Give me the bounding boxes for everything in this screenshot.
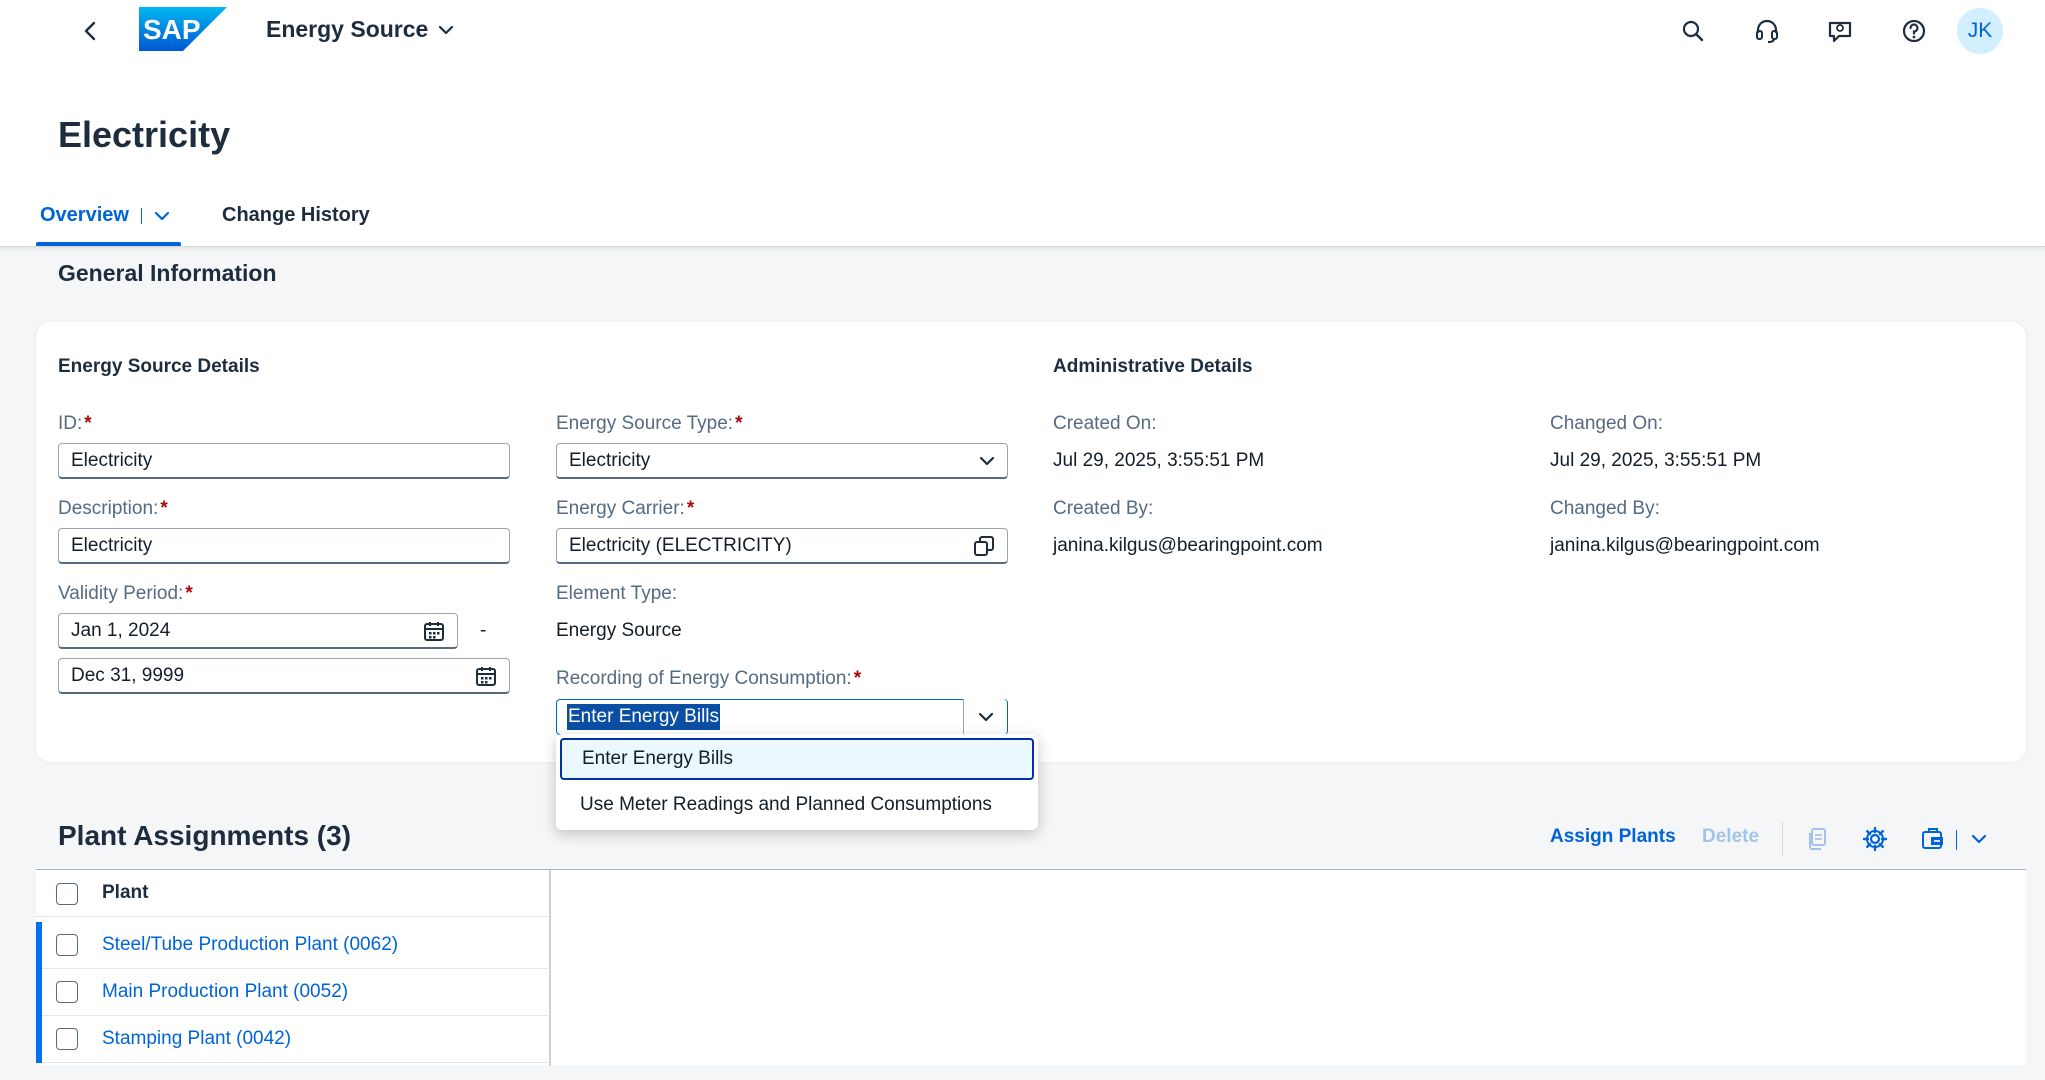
row-indicator	[36, 922, 42, 969]
toolbar-separator	[1956, 830, 1957, 850]
toolbar-separator	[1782, 822, 1783, 856]
valid-from-date-picker[interactable]: Jan 1, 2024	[58, 613, 458, 649]
table-header-row: Plant	[36, 870, 550, 917]
recording-dropdown-button[interactable]	[963, 699, 1007, 735]
plant-link[interactable]: Stamping Plant (0042)	[102, 1028, 291, 1050]
created-on-label: Created On:	[1053, 413, 1157, 434]
created-by-value: janina.kilgus@bearingpoint.com	[1053, 535, 1323, 556]
row-checkbox[interactable]	[56, 1028, 78, 1050]
energy-source-type-label: Energy Source Type: *	[556, 413, 743, 434]
valid-to-date-picker[interactable]: Dec 31, 9999	[58, 658, 510, 694]
row-indicator	[36, 1016, 42, 1063]
settings-button[interactable]	[1860, 824, 1890, 854]
row-checkbox[interactable]	[56, 934, 78, 956]
table-row[interactable]: Steel/Tube Production Plant (0062)	[36, 922, 550, 969]
headset-icon	[1756, 19, 1778, 43]
search-icon	[1682, 20, 1704, 42]
app-title: Energy Source	[266, 16, 429, 42]
assign-plants-button[interactable]: Assign Plants	[1550, 826, 1676, 848]
back-button[interactable]	[76, 17, 104, 45]
chevron-down-icon	[1971, 834, 1987, 844]
feedback-button[interactable]	[1823, 14, 1857, 48]
sap-logo[interactable]: SAP	[139, 7, 227, 56]
description-input[interactable]: Electricity	[58, 528, 510, 564]
validity-period-label: Validity Period: *	[58, 583, 193, 604]
copy-button[interactable]	[1802, 824, 1832, 854]
select-all-checkbox[interactable]	[56, 883, 78, 905]
column-header-plant[interactable]: Plant	[102, 882, 148, 904]
sap-logo-icon: SAP	[139, 7, 227, 51]
required-indicator: *	[160, 498, 168, 519]
option-enter-energy-bills[interactable]: Enter Energy Bills	[560, 738, 1034, 780]
export-button[interactable]	[1918, 824, 1948, 854]
chevron-down-icon[interactable]	[154, 211, 170, 221]
row-checkbox[interactable]	[56, 981, 78, 1003]
calendar-icon[interactable]	[475, 665, 497, 687]
plant-link[interactable]: Steel/Tube Production Plant (0062)	[102, 934, 398, 956]
changed-on-label: Changed On:	[1550, 413, 1664, 434]
energy-carrier-label: Energy Carrier: *	[556, 498, 695, 519]
energy-carrier-input[interactable]: Electricity (ELECTRICITY)	[556, 528, 1008, 564]
table-row[interactable]: Main Production Plant (0052)	[36, 969, 550, 1016]
search-button[interactable]	[1676, 14, 1710, 48]
avatar[interactable]: JK	[1957, 8, 2003, 54]
required-indicator: *	[84, 413, 92, 434]
energy-source-details-title: Energy Source Details	[58, 356, 260, 377]
required-indicator: *	[735, 413, 743, 434]
help-button[interactable]	[1897, 14, 1931, 48]
tab-separator	[140, 207, 142, 224]
value-help-icon[interactable]	[973, 535, 995, 557]
administrative-details-title: Administrative Details	[1053, 356, 1253, 377]
plant-assignments-title: Plant Assignments (3)	[58, 820, 352, 851]
recording-selected-text[interactable]: Enter Energy Bills	[567, 704, 721, 730]
row-indicator	[36, 969, 42, 1016]
support-button[interactable]	[1750, 14, 1784, 48]
recording-options-popover: Enter Energy Bills Use Meter Readings an…	[556, 734, 1038, 830]
page-title: Electricity	[58, 114, 231, 155]
changed-by-value: janina.kilgus@bearingpoint.com	[1550, 535, 1820, 556]
recording-label: Recording of Energy Consumption: *	[556, 668, 862, 689]
changed-on-value: Jul 29, 2025, 3:55:51 PM	[1550, 450, 1762, 471]
copy-icon	[1809, 828, 1826, 850]
option-meter-readings[interactable]: Use Meter Readings and Planned Consumpti…	[560, 784, 1034, 826]
table-row[interactable]: Stamping Plant (0042)	[36, 1016, 550, 1063]
export-menu-button[interactable]	[1964, 824, 1994, 854]
delete-button[interactable]: Delete	[1702, 826, 1759, 848]
shell-bar: SAP Energy Source JK	[0, 0, 2045, 62]
created-by-label: Created By:	[1053, 498, 1154, 519]
id-input[interactable]: Electricity	[58, 443, 510, 479]
range-separator: -	[480, 620, 487, 641]
tab-selected-indicator	[36, 242, 181, 246]
chevron-down-icon	[978, 712, 993, 722]
required-indicator: *	[686, 498, 695, 519]
required-indicator: *	[853, 668, 862, 689]
recording-combobox[interactable]: Enter Energy Bills	[556, 699, 1008, 735]
plant-assignments-table: Plant Steel/Tube Production Plant (0062)…	[36, 869, 2026, 1066]
section-title: General Information	[58, 260, 277, 286]
tab-overview[interactable]: Overview	[40, 204, 170, 227]
object-header: Electricity Overview Change History	[0, 62, 2045, 247]
tab-change-history-label: Change History	[222, 204, 370, 226]
id-label: ID: *	[58, 413, 92, 434]
chat-icon	[1828, 21, 1852, 43]
chevron-down-icon[interactable]	[979, 456, 995, 466]
svg-text:SAP: SAP	[143, 14, 201, 45]
calendar-icon[interactable]	[423, 620, 445, 642]
changed-by-label: Changed By:	[1550, 498, 1660, 519]
element-type-value: Energy Source	[556, 620, 682, 641]
chevron-down-icon	[439, 25, 454, 34]
export-icon	[1922, 828, 1943, 849]
tab-change-history[interactable]: Change History	[222, 204, 370, 227]
help-icon	[1902, 19, 1926, 43]
description-label: Description: *	[58, 498, 168, 519]
energy-source-type-select[interactable]: Electricity	[556, 443, 1008, 479]
element-type-label: Element Type:	[556, 583, 678, 604]
gear-icon	[1862, 826, 1888, 852]
required-indicator: *	[185, 583, 193, 604]
app-title-menu[interactable]: Energy Source	[266, 16, 454, 43]
plant-link[interactable]: Main Production Plant (0052)	[102, 981, 348, 1003]
created-on-value: Jul 29, 2025, 3:55:51 PM	[1053, 450, 1265, 471]
tab-overview-label: Overview	[40, 204, 129, 226]
back-icon	[84, 21, 96, 41]
